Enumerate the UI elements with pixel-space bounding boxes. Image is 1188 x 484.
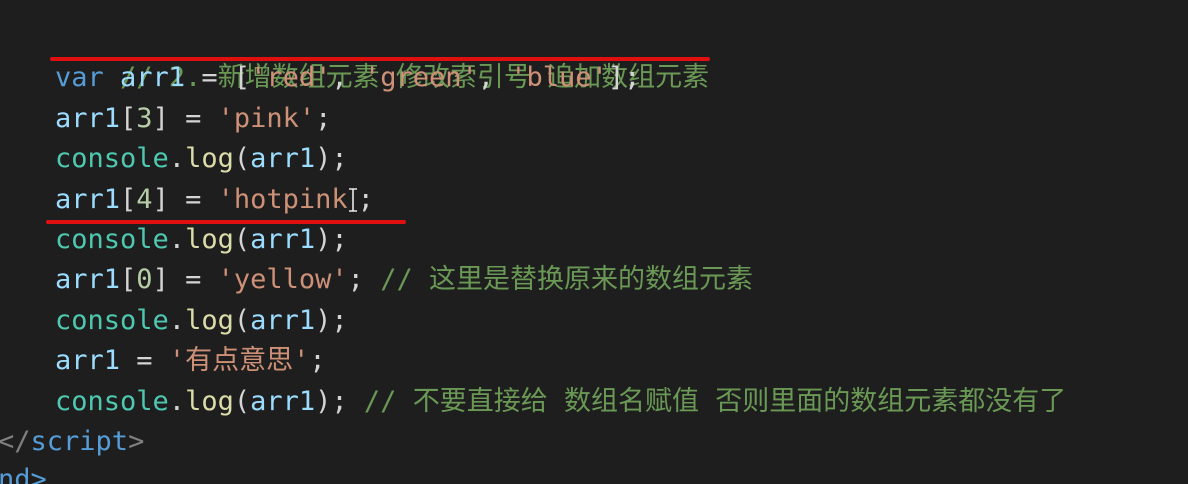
index-number: 4 — [136, 184, 153, 215]
log-function: log — [185, 224, 234, 255]
code-line-2[interactable]: var arr1 = ['red', 'green', 'blue']; — [55, 58, 640, 98]
identifier-arr1: arr1 — [250, 305, 316, 336]
index-open: [ — [120, 264, 137, 295]
code-line-11[interactable]: </script> — [0, 422, 144, 462]
paren-open: ( — [233, 305, 251, 336]
keyword-var: var — [55, 62, 104, 93]
paren-open: ( — [233, 143, 251, 174]
log-function: log — [185, 386, 234, 417]
comma: , — [331, 62, 348, 93]
index-number: 0 — [136, 264, 153, 295]
tag-bracket-open: </ — [0, 426, 31, 457]
semicolon: ; — [357, 184, 374, 215]
log-function: log — [185, 143, 234, 174]
console-object: console — [55, 224, 169, 255]
comment-text: // 这里是替换原来的数组元素 — [380, 264, 753, 295]
index-open: [ — [120, 184, 137, 215]
operator-assign: = — [185, 264, 202, 295]
identifier-arr1: arr1 — [55, 264, 121, 295]
semicolon: ; — [347, 264, 364, 295]
string-youdianyisi: '有点意思' — [168, 345, 310, 376]
string-green: 'green' — [363, 62, 478, 93]
paren-open: ( — [233, 224, 251, 255]
code-line-7[interactable]: arr1[0] = 'yellow'; // 这里是替换原来的数组元素 — [55, 260, 753, 300]
console-object: console — [55, 386, 169, 417]
index-open: [ — [120, 103, 137, 134]
operator-assign: = — [136, 345, 153, 376]
code-line-6[interactable]: console.log(arr1); — [55, 220, 348, 260]
paren-open: ( — [233, 386, 251, 417]
text-cursor-icon — [348, 184, 358, 212]
string-yellow: 'yellow' — [217, 264, 348, 295]
identifier-arr1: arr1 — [250, 386, 316, 417]
operator-assign: = — [185, 103, 202, 134]
index-close: ] — [152, 264, 169, 295]
code-line-8[interactable]: console.log(arr1); — [55, 301, 348, 341]
bracket-open: [ — [233, 62, 251, 93]
comment-text: // 不要直接给 数组名赋值 否则里面的数组元素都没有了 — [363, 386, 1067, 417]
index-close: ] — [152, 184, 169, 215]
string-pink: 'pink' — [217, 103, 316, 134]
identifier-arr1: arr1 — [55, 184, 121, 215]
string-red: 'red' — [250, 62, 332, 93]
operator-assign: = — [185, 184, 202, 215]
comma: , — [477, 62, 495, 93]
code-line-1[interactable]: // 2. 新增数组元素 修改索引号 追加数组元素 — [55, 18, 709, 93]
log-function: log — [185, 305, 234, 336]
console-object: console — [55, 143, 169, 174]
code-line-5[interactable]: arr1[4] = 'hotpink; — [55, 180, 374, 220]
paren-close: ); — [315, 386, 348, 417]
index-close: ] — [152, 103, 169, 134]
paren-close: ); — [315, 224, 348, 255]
tag-bracket-close: > — [128, 426, 145, 457]
bracket-close: ]; — [607, 62, 641, 93]
code-line-12[interactable]: nd> — [0, 460, 47, 484]
dot: . — [168, 224, 186, 255]
string-hotpink: 'hotpink — [217, 184, 348, 215]
dot: . — [168, 143, 186, 174]
identifier-arr1: arr1 — [120, 62, 186, 93]
dot: . — [168, 305, 186, 336]
code-line-10[interactable]: console.log(arr1); // 不要直接给 数组名赋值 否则里面的数… — [55, 382, 1066, 422]
identifier-arr1: arr1 — [55, 345, 121, 376]
paren-close: ); — [315, 143, 348, 174]
tag-name-script: script — [30, 426, 129, 457]
semicolon: ; — [315, 103, 332, 134]
operator-assign: = — [201, 62, 218, 93]
identifier-arr1: arr1 — [250, 224, 316, 255]
index-number: 3 — [136, 103, 153, 134]
string-blue: 'blue' — [510, 62, 608, 93]
paren-close: ); — [315, 305, 348, 336]
partial-tag-text: nd> — [0, 464, 47, 484]
identifier-arr1: arr1 — [250, 143, 316, 174]
dot: . — [168, 386, 186, 417]
identifier-arr1: arr1 — [55, 103, 121, 134]
semicolon: ; — [309, 345, 326, 376]
code-line-3[interactable]: arr1[3] = 'pink'; — [55, 99, 331, 139]
code-line-4[interactable]: console.log(arr1); — [55, 139, 348, 179]
code-line-9[interactable]: arr1 = '有点意思'; — [55, 341, 326, 381]
console-object: console — [55, 305, 169, 336]
code-editor[interactable]: // 2. 新增数组元素 修改索引号 追加数组元素 var arr1 = ['r… — [0, 0, 1188, 484]
